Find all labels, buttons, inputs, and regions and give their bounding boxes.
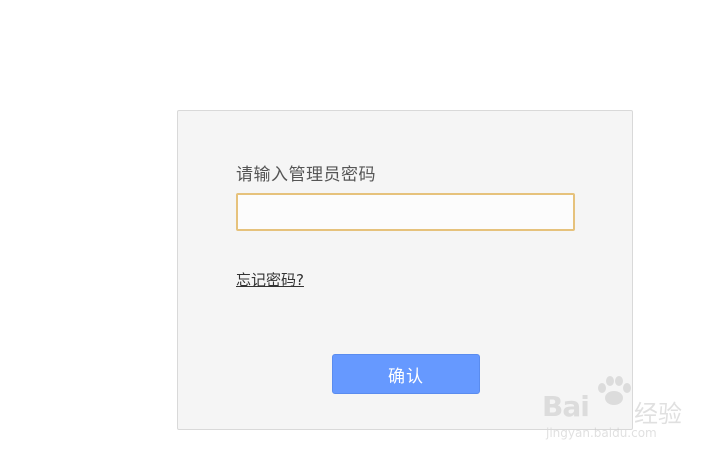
watermark-url: jingyan.baidu.com — [546, 426, 657, 440]
password-prompt-label: 请输入管理员密码 — [236, 165, 376, 185]
paw-icon — [598, 376, 631, 405]
password-input[interactable] — [236, 193, 575, 231]
confirm-button[interactable]: 确认 — [332, 354, 480, 394]
watermark-brand-suffix: 经验 — [634, 400, 682, 428]
forgot-password-link[interactable]: 忘记密码? — [236, 269, 304, 290]
watermark-brand: Bai — [542, 390, 590, 423]
baidu-jingyan-watermark: Bai 经验 jingyan.baidu.com — [536, 372, 686, 444]
